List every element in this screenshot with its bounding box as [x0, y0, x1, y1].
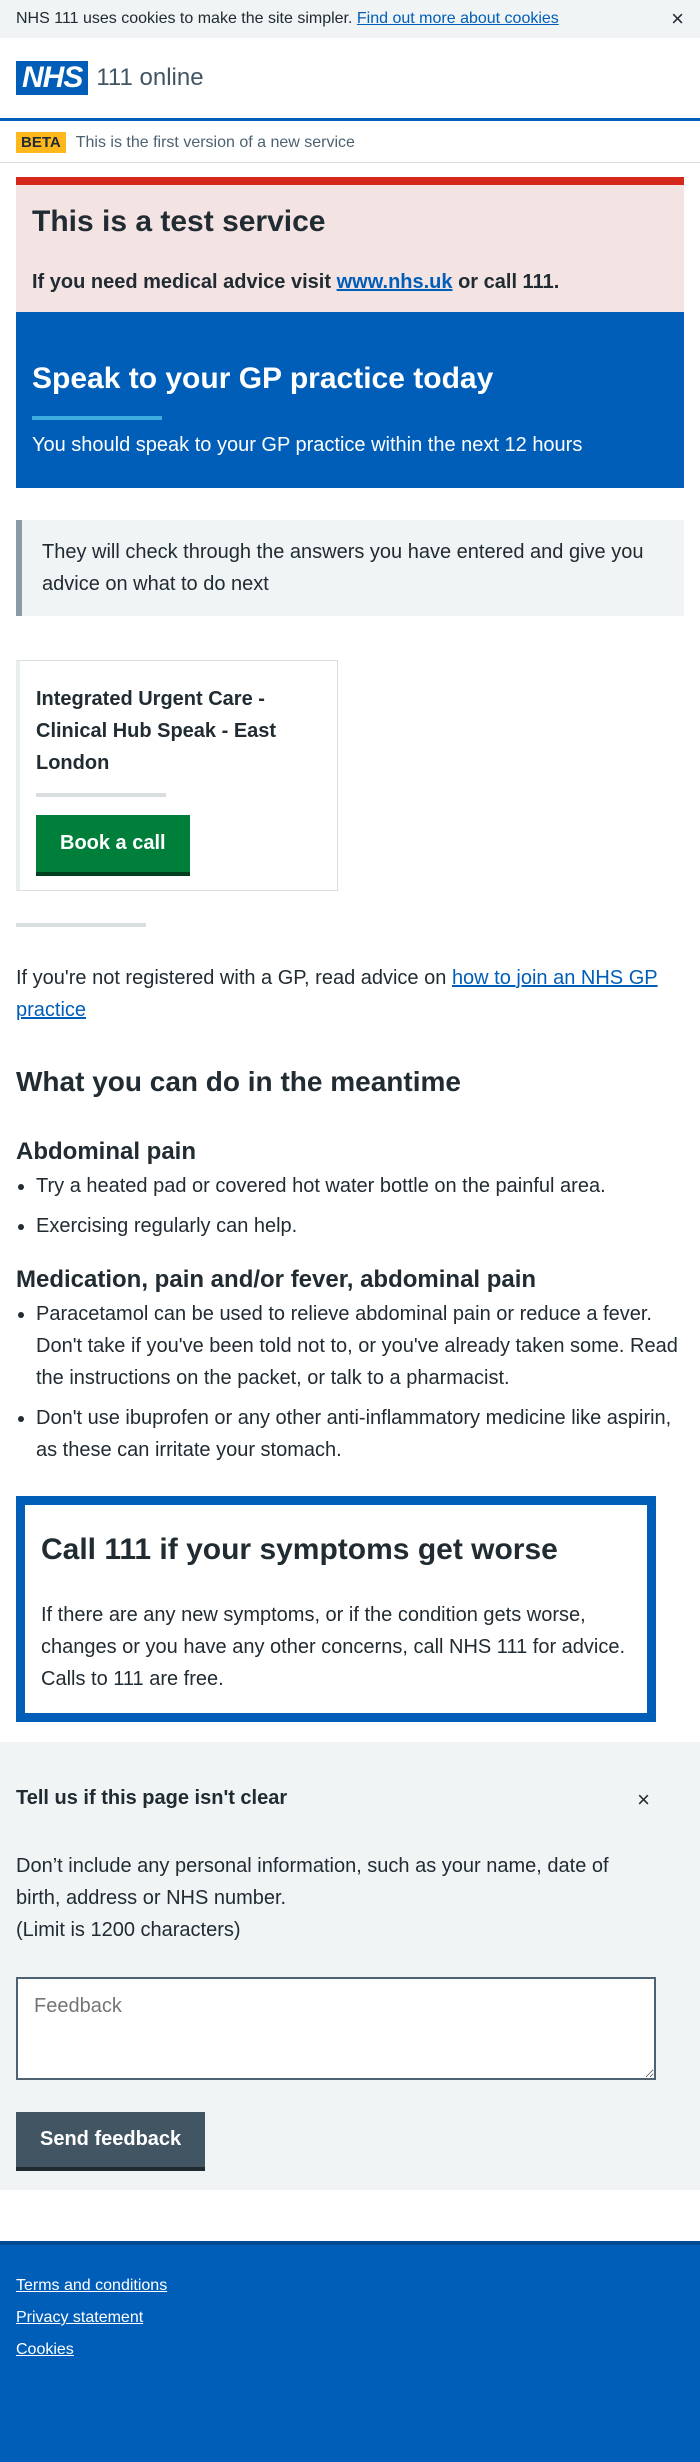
site-footer: Terms and conditions Privacy statement C…	[0, 2241, 700, 2462]
cookie-banner: NHS 111 uses cookies to make the site si…	[0, 0, 700, 38]
abdominal-pain-list: Try a heated pad or covered hot water bo…	[36, 1170, 684, 1242]
book-call-button[interactable]: Book a call	[36, 815, 190, 872]
send-feedback-button[interactable]: Send feedback	[16, 2112, 206, 2167]
test-service-text: If you need medical advice visit www.nhs…	[32, 271, 668, 294]
feedback-panel: Tell us if this page isn't clear × Don’t…	[0, 1742, 700, 2190]
outcome-panel: Speak to your GP practice today You shou…	[16, 312, 684, 488]
beta-banner: BETA This is the first version of a new …	[0, 123, 700, 163]
gp-advice: If you're not registered with a GP, read…	[16, 962, 684, 1026]
gp-advice-text: If you're not registered with a GP, read…	[16, 967, 447, 989]
feedback-description: Don’t include any personal information, …	[16, 1850, 656, 1946]
test-service-title: This is a test service	[32, 205, 326, 238]
beta-tag: BETA	[16, 132, 66, 153]
abdominal-pain-heading: Abdominal pain	[16, 1138, 196, 1165]
privacy-link[interactable]: Privacy statement	[16, 2309, 684, 2327]
test-service-notice: This is a test service If you need medic…	[16, 177, 684, 312]
feedback-input[interactable]	[16, 1977, 656, 2080]
service-card: Integrated Urgent Care - Clinical Hub Sp…	[16, 660, 338, 891]
meantime-heading: What you can do in the meantime	[16, 1066, 461, 1097]
test-service-text-before: If you need medical advice visit	[32, 271, 332, 293]
inset-text: They will check through the answers you …	[16, 520, 684, 616]
outcome-subtitle: You should speak to your GP practice wit…	[32, 434, 583, 456]
worsening-text: If there are any new symptoms, or if the…	[41, 1604, 626, 1690]
close-icon[interactable]: ×	[671, 6, 684, 32]
outcome-title: Speak to your GP practice today	[32, 362, 494, 395]
list-item: Try a heated pad or covered hot water bo…	[36, 1170, 684, 1202]
nhs-website-link[interactable]: www.nhs.uk	[337, 271, 453, 293]
beta-text: This is the first version of a new servi…	[75, 133, 355, 151]
terms-link[interactable]: Terms and conditions	[16, 2277, 684, 2295]
card-divider	[36, 793, 166, 797]
cookie-banner-message: NHS 111 uses cookies to make the site si…	[16, 10, 559, 28]
service-name-heading: Integrated Urgent Care - Clinical Hub Sp…	[36, 688, 277, 774]
feedback-limit-text: (Limit is 1200 characters)	[16, 1919, 241, 1941]
site-header: NHS 111 online	[0, 38, 700, 121]
worsening-care-card: Call 111 if your symptoms get worse If t…	[16, 1496, 656, 1722]
outcome-divider	[32, 416, 162, 420]
list-item: Paracetamol can be used to relieve abdom…	[36, 1298, 684, 1394]
section-divider	[16, 923, 146, 927]
cookie-info-link[interactable]: Find out more about cookies	[357, 10, 559, 27]
cookie-banner-text: NHS 111 uses cookies to make the site si…	[16, 10, 353, 27]
medication-list: Paracetamol can be used to relieve abdom…	[36, 1298, 684, 1466]
nhs-logo[interactable]: NHS	[16, 61, 89, 95]
feedback-title: Tell us if this page isn't clear	[16, 1787, 288, 1809]
list-item: Exercising regularly can help.	[36, 1210, 684, 1242]
test-service-text-after: or call 111.	[458, 271, 560, 293]
list-item: Don't use ibuprofen or any other anti-in…	[36, 1402, 684, 1466]
worsening-title: Call 111 if your symptoms get worse	[41, 1533, 558, 1566]
feedback-privacy-text: Don’t include any personal information, …	[16, 1855, 609, 1909]
medication-heading: Medication, pain and/or fever, abdominal…	[16, 1266, 537, 1293]
close-icon[interactable]: ×	[637, 1787, 650, 1813]
service-name[interactable]: 111 online	[96, 64, 203, 92]
cookies-link[interactable]: Cookies	[16, 2341, 684, 2359]
